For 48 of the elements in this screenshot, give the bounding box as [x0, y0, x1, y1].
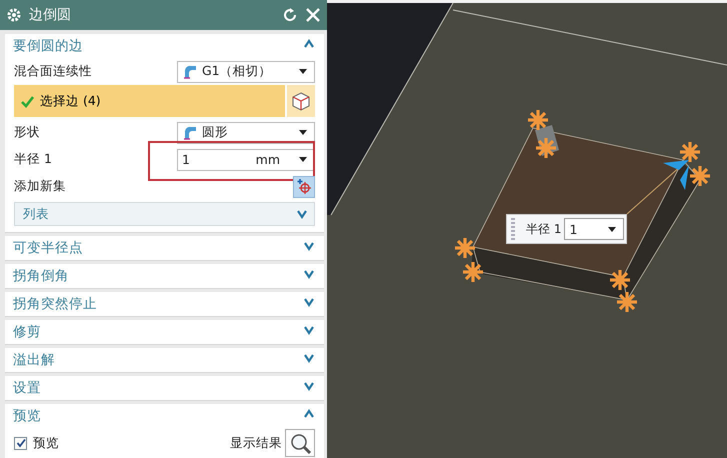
section-header[interactable]: 可变半径点	[13, 239, 83, 257]
selection-label: 选择边 (4)	[40, 92, 101, 110]
list-header[interactable]: 列表	[14, 202, 315, 226]
radius-field[interactable]: 1	[564, 218, 624, 240]
field-label: 混合面连续性	[14, 63, 93, 80]
edge-marker-icon[interactable]	[608, 268, 632, 292]
section-header[interactable]: 预览	[13, 407, 41, 425]
section-header[interactable]: 拐角倒角	[13, 267, 69, 285]
field-label: 半径 1	[14, 151, 53, 168]
close-button[interactable]	[305, 7, 321, 23]
edge-marker-icon[interactable]	[678, 140, 702, 164]
direction-arrow-icon[interactable]	[663, 160, 689, 190]
drag-handle[interactable]	[511, 218, 515, 240]
field-label: 添加新集	[14, 178, 67, 195]
section-header[interactable]: 修剪	[13, 323, 41, 341]
action-label: 显示结果	[230, 434, 282, 452]
show-result-button[interactable]	[285, 429, 315, 457]
fillet-icon	[182, 124, 198, 140]
settings-icon	[7, 8, 21, 22]
reset-button[interactable]	[283, 8, 297, 22]
add-set-button[interactable]	[293, 176, 315, 198]
dropdown-field[interactable]: G1（相切）	[177, 60, 315, 82]
edge-marker-icon[interactable]	[688, 164, 712, 188]
checkbox-label: 预览	[33, 434, 59, 452]
radius-field[interactable]: 1 mm	[177, 148, 315, 170]
caret-icon	[298, 155, 308, 164]
caret-icon	[607, 224, 618, 234]
edge-marker-icon[interactable]	[534, 136, 558, 160]
dropdown-field[interactable]: 圆形	[177, 122, 315, 144]
edge-marker-icon[interactable]	[526, 108, 550, 132]
section-header[interactable]: 要倒圆的边	[13, 37, 83, 55]
section-header[interactable]: 拐角突然停止	[13, 295, 97, 313]
section-header[interactable]: 设置	[13, 379, 41, 397]
edge-marker-icon[interactable]	[453, 236, 477, 260]
caret-icon	[298, 67, 308, 76]
checkbox[interactable]	[14, 436, 27, 450]
search-icon	[290, 432, 310, 454]
section-header[interactable]: 溢出解	[13, 351, 55, 369]
edge-marker-icon[interactable]	[615, 290, 639, 314]
window-title: 边倒圆	[29, 6, 72, 24]
caret-icon	[298, 128, 308, 137]
fillet-icon	[182, 64, 198, 80]
crosshair-icon	[296, 178, 312, 195]
popup-label: 半径 1	[526, 220, 562, 238]
select-object-button[interactable]	[285, 85, 315, 117]
cube-icon	[291, 90, 311, 112]
field-label: 形状	[14, 124, 41, 141]
edge-marker-icon[interactable]	[461, 260, 485, 284]
